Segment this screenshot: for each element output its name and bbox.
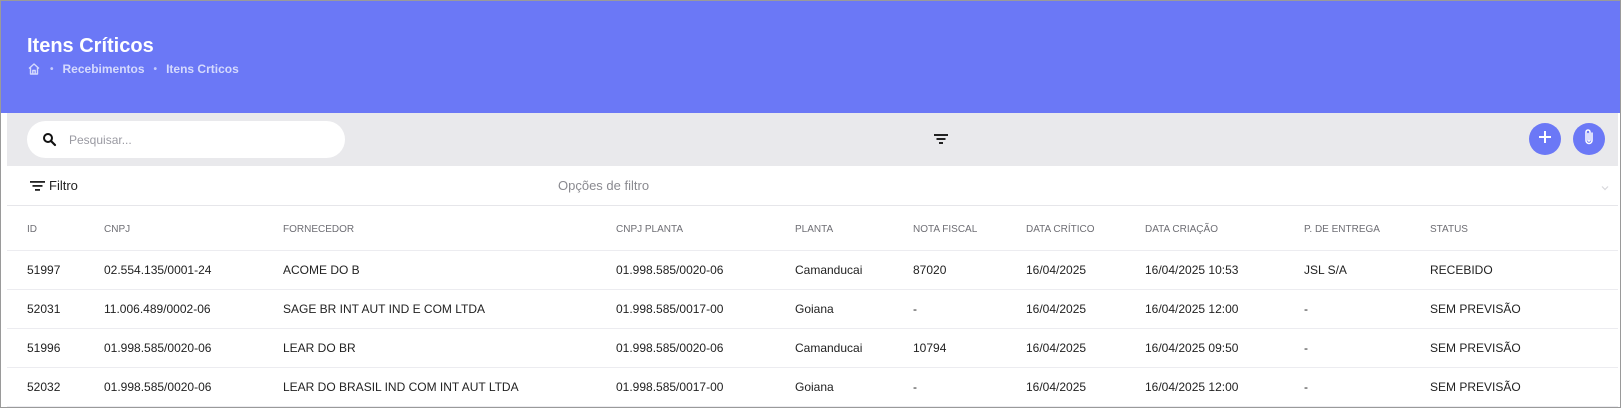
add-button[interactable] (1529, 123, 1561, 155)
cell-fornecedor: SAGE BR INT AUT IND E COM LTDA (283, 289, 616, 329)
cell-p-de-entrega: - (1304, 328, 1430, 368)
cell-cnpj-planta: 01.998.585/0017-00 (616, 367, 795, 407)
cell-p-de-entrega: - (1304, 367, 1430, 407)
table-row[interactable]: 51997 02.554.135/0001-24 ACOME DO B 01.9… (7, 250, 1618, 290)
column-header-data-critico[interactable]: DATA CRÍTICO (1026, 210, 1145, 251)
breadcrumb-item-current: Itens Crticos (166, 62, 239, 76)
cell-status: SEM PREVISÃO (1430, 328, 1618, 368)
breadcrumb-item-recebimentos[interactable]: Recebimentos (63, 62, 145, 76)
cell-status: SEM PREVISÃO (1430, 289, 1618, 329)
filter-options-select[interactable]: Opções de filtro (558, 178, 649, 193)
filter-bar: Filtro Opções de filtro (7, 166, 1618, 206)
cell-cnpj-planta: 01.998.585/0020-06 (616, 250, 795, 290)
table-row[interactable]: 52031 11.006.489/0002-06 SAGE BR INT AUT… (7, 289, 1618, 329)
plus-icon (1538, 130, 1552, 149)
cell-cnpj: 11.006.489/0002-06 (104, 289, 283, 329)
cell-data-criacao: 16/04/2025 09:50 (1145, 328, 1304, 368)
column-header-fornecedor[interactable]: FORNECEDOR (283, 210, 616, 251)
attach-button[interactable] (1573, 123, 1605, 155)
cell-fornecedor: ACOME DO B (283, 250, 616, 290)
cell-status: SEM PREVISÃO (1430, 367, 1618, 407)
table-row[interactable]: 52032 01.998.585/0020-06 LEAR DO BRASIL … (7, 367, 1618, 407)
search-icon (42, 132, 57, 147)
column-header-cnpj[interactable]: CNPJ (104, 210, 283, 251)
filter-label: Filtro (49, 178, 78, 193)
column-header-nota-fiscal[interactable]: NOTA FISCAL (913, 210, 1026, 251)
cell-planta: Camanducai (795, 328, 913, 368)
paperclip-icon (1582, 128, 1596, 151)
column-header-planta[interactable]: PLANTA (795, 210, 913, 251)
cell-data-critico: 16/04/2025 (1026, 250, 1145, 290)
cell-cnpj-planta: 01.998.585/0020-06 (616, 328, 795, 368)
table-header-row: ID CNPJ FORNECEDOR CNPJ PLANTA PLANTA NO… (7, 210, 1618, 251)
cell-id: 51996 (7, 328, 104, 368)
cell-data-criacao: 16/04/2025 12:00 (1145, 367, 1304, 407)
toolbar (7, 113, 1618, 166)
cell-data-critico: 16/04/2025 (1026, 367, 1145, 407)
cell-data-criacao: 16/04/2025 12:00 (1145, 289, 1304, 329)
column-header-status[interactable]: STATUS (1430, 210, 1618, 251)
search-input[interactable] (69, 121, 339, 158)
breadcrumb: • Recebimentos • Itens Crticos (27, 62, 239, 76)
cell-planta: Camanducai (795, 250, 913, 290)
cell-cnpj: 01.998.585/0020-06 (104, 367, 283, 407)
page-title: Itens Críticos (27, 35, 154, 57)
critical-items-table: ID CNPJ FORNECEDOR CNPJ PLANTA PLANTA NO… (7, 210, 1618, 407)
cell-cnpj: 02.554.135/0001-24 (104, 250, 283, 290)
cell-cnpj-planta: 01.998.585/0017-00 (616, 289, 795, 329)
cell-cnpj: 01.998.585/0020-06 (104, 328, 283, 368)
column-header-cnpj-planta[interactable]: CNPJ PLANTA (616, 210, 795, 251)
search-box[interactable] (27, 121, 345, 158)
cell-id: 51997 (7, 250, 104, 290)
page-header: Itens Críticos • Recebimentos • Itens Cr… (1, 1, 1620, 113)
column-header-id[interactable]: ID (7, 210, 104, 251)
breadcrumb-separator: • (153, 63, 158, 75)
cell-nota-fiscal: - (913, 367, 1026, 407)
cell-nota-fiscal: - (913, 289, 1026, 329)
filter-lines-icon (30, 180, 45, 191)
cell-planta: Goiana (795, 367, 913, 407)
filter-button[interactable]: Filtro (29, 178, 78, 193)
app-window: Itens Críticos • Recebimentos • Itens Cr… (0, 0, 1621, 408)
filter-icon[interactable] (932, 130, 950, 148)
cell-planta: Goiana (795, 289, 913, 329)
cell-p-de-entrega: - (1304, 289, 1430, 329)
chevron-down-icon[interactable] (1600, 180, 1610, 191)
cell-data-criacao: 16/04/2025 10:53 (1145, 250, 1304, 290)
cell-fornecedor: LEAR DO BRASIL IND COM INT AUT LTDA (283, 367, 616, 407)
cell-nota-fiscal: 87020 (913, 250, 1026, 290)
cell-fornecedor: LEAR DO BR (283, 328, 616, 368)
cell-data-critico: 16/04/2025 (1026, 289, 1145, 329)
breadcrumb-separator: • (50, 63, 54, 75)
column-header-data-criacao[interactable]: DATA CRIAÇÃO (1145, 210, 1304, 251)
table-row[interactable]: 51996 01.998.585/0020-06 LEAR DO BR 01.9… (7, 328, 1618, 368)
cell-status: RECEBIDO (1430, 250, 1618, 290)
home-icon[interactable] (27, 62, 41, 76)
cell-p-de-entrega: JSL S/A (1304, 250, 1430, 290)
cell-data-critico: 16/04/2025 (1026, 328, 1145, 368)
cell-nota-fiscal: 10794 (913, 328, 1026, 368)
column-header-p-de-entrega[interactable]: P. DE ENTREGA (1304, 210, 1430, 251)
cell-id: 52031 (7, 289, 104, 329)
cell-id: 52032 (7, 367, 104, 407)
